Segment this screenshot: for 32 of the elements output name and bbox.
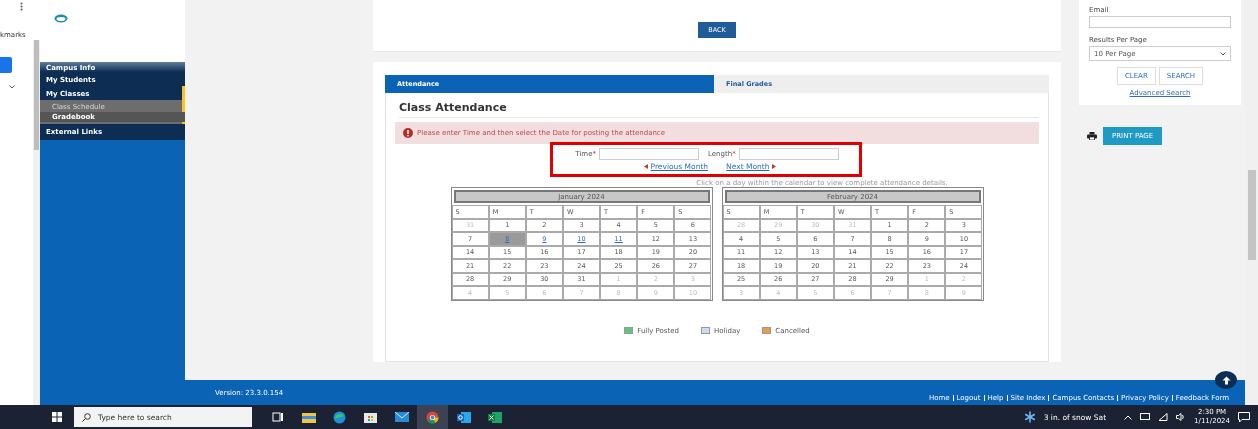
notification-icon[interactable] xyxy=(1238,411,1250,423)
windows-start-icon[interactable] xyxy=(52,412,62,422)
display-icon[interactable] xyxy=(1140,413,1151,421)
chrome-icon[interactable] xyxy=(426,410,439,424)
printer-icon[interactable] xyxy=(1087,132,1097,140)
caret-icon[interactable] xyxy=(9,85,15,89)
speaker-icon[interactable] xyxy=(1176,413,1187,421)
arrow-up-icon xyxy=(1221,375,1231,385)
chevron-down-icon xyxy=(1220,51,1226,56)
logo-icon xyxy=(54,14,68,23)
page-heading: Class Attendance xyxy=(399,101,1039,118)
more-vertical-icon[interactable] xyxy=(20,2,23,11)
search-icon xyxy=(82,412,91,422)
folder-icon[interactable] xyxy=(301,411,316,423)
snowflake-icon[interactable] xyxy=(1023,411,1036,423)
scrollbar-thumb[interactable] xyxy=(1247,170,1256,260)
scrollbar-thumb[interactable] xyxy=(34,40,39,150)
caret-right-icon xyxy=(772,164,777,169)
shopping-bag-icon[interactable] xyxy=(364,411,377,423)
task-view-icon[interactable] xyxy=(271,412,284,422)
mail-icon[interactable] xyxy=(394,412,409,422)
scroll-to-top-button[interactable] xyxy=(1215,371,1237,389)
input-field[interactable] xyxy=(599,148,699,160)
alert-icon xyxy=(403,128,413,138)
network-icon[interactable] xyxy=(1158,413,1169,421)
browser-icon[interactable] xyxy=(333,410,346,424)
caret-left-icon xyxy=(643,164,648,169)
chevron-up-icon[interactable] xyxy=(1124,414,1133,420)
outlook-icon[interactable] xyxy=(456,411,471,423)
spreadsheet-icon[interactable] xyxy=(487,411,502,423)
input-field[interactable] xyxy=(738,148,839,160)
email-field[interactable] xyxy=(1089,16,1231,28)
